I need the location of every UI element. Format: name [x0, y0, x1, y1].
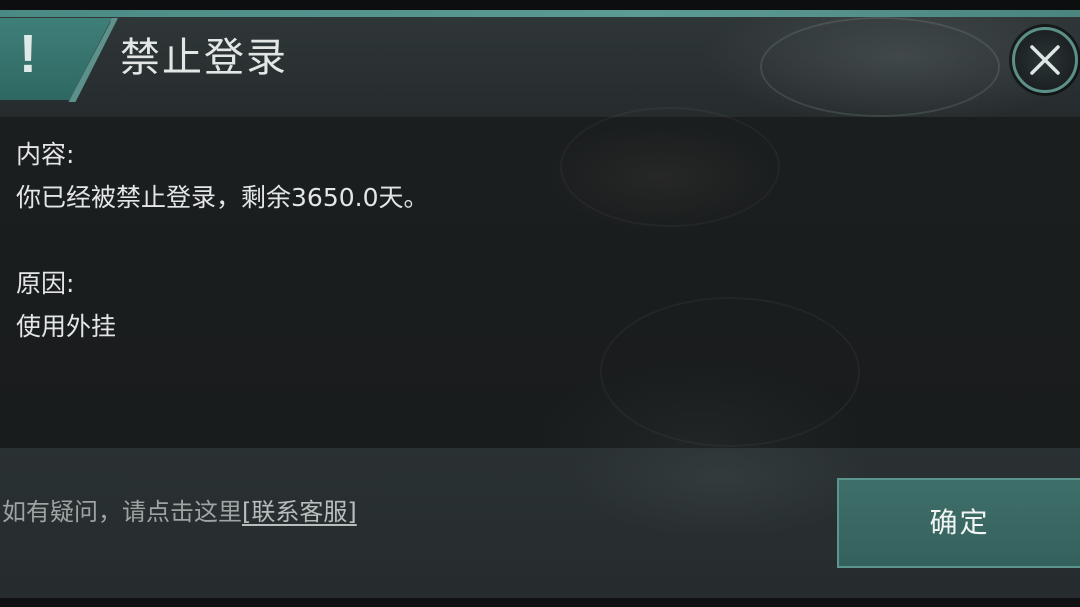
help-text: 如有疑问，请点击这里[联系客服]	[2, 494, 357, 530]
close-button[interactable]	[1012, 27, 1078, 93]
top-edge	[0, 0, 1080, 10]
exclamation-icon: !	[19, 24, 37, 84]
reason-label: 原因:	[16, 269, 75, 298]
bottom-edge	[0, 598, 1080, 607]
background-ring	[560, 107, 780, 227]
message-panel	[0, 107, 1080, 448]
accent-line	[0, 10, 1080, 17]
background-ring	[600, 297, 860, 447]
confirm-button[interactable]: 确定	[837, 478, 1080, 568]
header-decoration	[760, 17, 1000, 117]
dialog-title: 禁止登录	[120, 35, 288, 81]
contact-support-link[interactable]: [联系客服]	[242, 498, 357, 526]
content-text: 你已经被禁止登录，剩余3650.0天。	[16, 183, 429, 212]
close-icon	[1030, 45, 1060, 75]
help-prefix: 如有疑问，请点击这里	[2, 498, 242, 526]
reason-text: 使用外挂	[16, 312, 117, 341]
content-label: 内容:	[16, 140, 75, 169]
ban-dialog: ! 禁止登录 内容: 你已经被禁止登录，剩余3650.0天。 原因: 使用外挂 …	[0, 0, 1080, 607]
